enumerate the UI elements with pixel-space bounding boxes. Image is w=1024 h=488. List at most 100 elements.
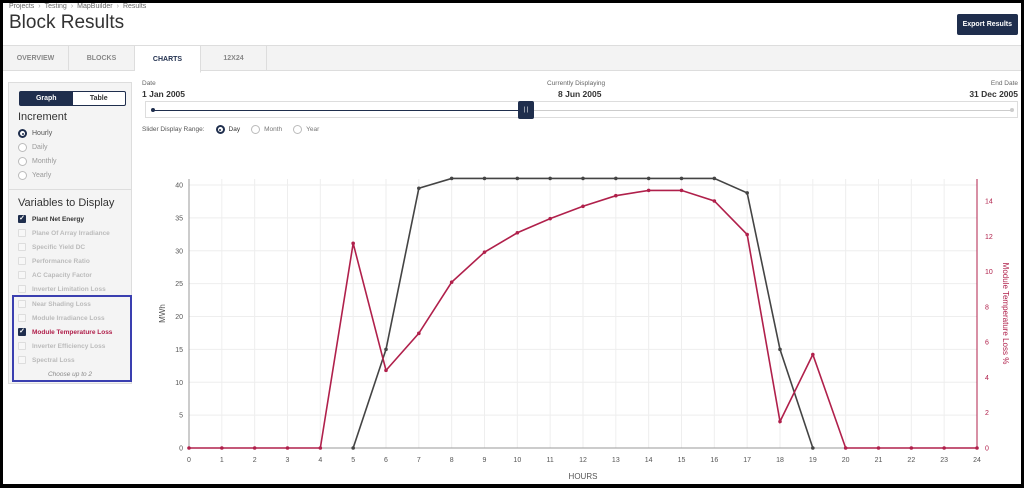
view-toggle: Graph Table <box>19 91 126 106</box>
range-month[interactable]: Month <box>251 125 282 134</box>
x-tick-label: 5 <box>351 457 355 464</box>
breadcrumb-testing[interactable]: Testing <box>45 3 67 10</box>
range-day[interactable]: Day <box>215 125 240 134</box>
radio-icon <box>251 125 261 134</box>
date-slider-track[interactable]: | | <box>145 101 1018 119</box>
increment-yearly[interactable]: Yearly <box>18 171 51 180</box>
slider-rest <box>522 110 1012 111</box>
var-performance-ratio[interactable]: Performance Ratio <box>18 257 90 265</box>
tab-bar: OVERVIEW BLOCKS CHARTS 12X24 <box>3 45 1021 73</box>
breadcrumb-projects[interactable]: Projects <box>9 3 34 10</box>
y2-tick-label: 12 <box>985 234 993 241</box>
breadcrumb: Projects › Testing › MapBuilder › Result… <box>9 3 146 10</box>
range-year[interactable]: Year <box>293 125 319 134</box>
var-plane-of-array-irradiance[interactable]: Plane Of Array Irradiance <box>18 229 110 237</box>
table-toggle-button[interactable]: Table <box>73 92 126 105</box>
series-point <box>876 446 881 450</box>
series-point <box>285 446 290 450</box>
radio-checked-icon <box>215 125 225 134</box>
x-tick-label: 12 <box>579 457 587 464</box>
range-year-label: Year <box>306 126 320 133</box>
series-point <box>712 176 717 181</box>
x-tick-label: 8 <box>450 457 454 464</box>
series-point <box>679 188 684 193</box>
breadcrumb-separator: › <box>116 3 119 10</box>
series-point <box>581 204 585 209</box>
breadcrumb-mapbuilder[interactable]: MapBuilder <box>77 3 112 10</box>
breadcrumb-separator: › <box>70 3 74 10</box>
x-axis-title: HOURS <box>569 472 598 481</box>
tab-blocks[interactable]: BLOCKS <box>69 46 135 70</box>
current-date-label: Currently Displaying <box>547 80 606 87</box>
y-tick-label: 10 <box>175 380 183 387</box>
y-tick-label: 0 <box>179 446 183 453</box>
tab-charts[interactable]: CHARTS <box>135 46 201 73</box>
tab-12x24[interactable]: 12X24 <box>201 46 267 70</box>
var-inverter-limitation-loss[interactable]: Inverter Limitation Loss <box>18 285 106 293</box>
series-point <box>712 199 717 203</box>
end-date-value: 31 Dec 2005 <box>969 89 1018 99</box>
y2-tick-label: 0 <box>985 446 989 453</box>
slider-end-dot <box>1010 108 1014 112</box>
slider-thumb[interactable]: | | <box>518 101 534 119</box>
var-label: Plant Net Energy <box>32 215 85 223</box>
breadcrumb-separator: › <box>38 3 41 10</box>
increment-hourly[interactable]: Hourly <box>18 129 52 138</box>
x-tick-label: 9 <box>483 457 487 464</box>
x-tick-label: 7 <box>417 457 421 464</box>
x-tick-label: 10 <box>513 457 521 464</box>
x-tick-label: 1 <box>220 457 224 464</box>
start-date-value: 1 Jan 2005 <box>142 89 186 99</box>
x-tick-label: 2 <box>253 457 257 464</box>
radio-icon <box>18 157 27 166</box>
end-date-label: End Date <box>990 80 1018 87</box>
highlight-annotation-box <box>12 295 132 382</box>
series-point <box>942 446 946 450</box>
series-point <box>449 176 454 181</box>
var-specific-yield-dc[interactable]: Specific Yield DC <box>18 243 85 251</box>
checkbox-icon <box>18 229 26 237</box>
series-point <box>351 446 355 450</box>
x-tick-label: 15 <box>678 457 686 464</box>
series-point <box>581 176 585 181</box>
y-tick-label: 35 <box>175 215 183 222</box>
series-point <box>909 446 914 450</box>
y2-axis-title: Module Temperature Loss % <box>1001 263 1010 365</box>
range-label: Slider Display Range: <box>142 126 205 133</box>
y2-tick-label: 10 <box>985 269 993 276</box>
series-point <box>614 176 618 181</box>
var-plant-net-energy[interactable]: ✓ Plant Net Energy <box>18 215 84 223</box>
x-tick-label: 21 <box>875 457 883 464</box>
series-point <box>646 188 651 193</box>
var-label: AC Capacity Factor <box>32 271 92 279</box>
y2-tick-label: 8 <box>985 304 989 311</box>
series-point <box>449 280 454 284</box>
x-tick-label: 13 <box>612 457 620 464</box>
divider <box>9 189 131 190</box>
y-tick-label: 30 <box>175 248 183 255</box>
var-ac-capacity-factor[interactable]: AC Capacity Factor <box>18 271 92 279</box>
radio-icon <box>18 143 27 152</box>
series-point <box>417 331 421 336</box>
y2-tick-label: 14 <box>985 199 993 206</box>
current-date-value: 8 Jun 2005 <box>558 89 602 99</box>
var-label: Inverter Limitation Loss <box>32 285 106 293</box>
graph-toggle-button[interactable]: Graph <box>20 92 73 105</box>
radio-icon <box>18 171 27 180</box>
increment-monthly[interactable]: Monthly <box>18 157 57 166</box>
y2-tick-label: 6 <box>985 340 989 347</box>
x-tick-label: 4 <box>318 457 322 464</box>
app-window: Projects › Testing › MapBuilder › Result… <box>3 3 1021 484</box>
increment-hourly-label: Hourly <box>32 130 53 137</box>
tab-overview[interactable]: OVERVIEW <box>3 46 69 70</box>
series-point <box>778 419 782 424</box>
x-tick-label: 11 <box>547 457 554 464</box>
y2-tick-label: 4 <box>985 375 989 382</box>
increment-daily-label: Daily <box>32 144 48 151</box>
series-point <box>745 191 749 195</box>
export-results-button[interactable]: Export Results <box>956 14 1018 35</box>
series-point <box>252 446 257 450</box>
increment-daily[interactable]: Daily <box>18 143 48 152</box>
increment-monthly-label: Monthly <box>32 158 57 165</box>
checkbox-icon <box>18 271 26 279</box>
